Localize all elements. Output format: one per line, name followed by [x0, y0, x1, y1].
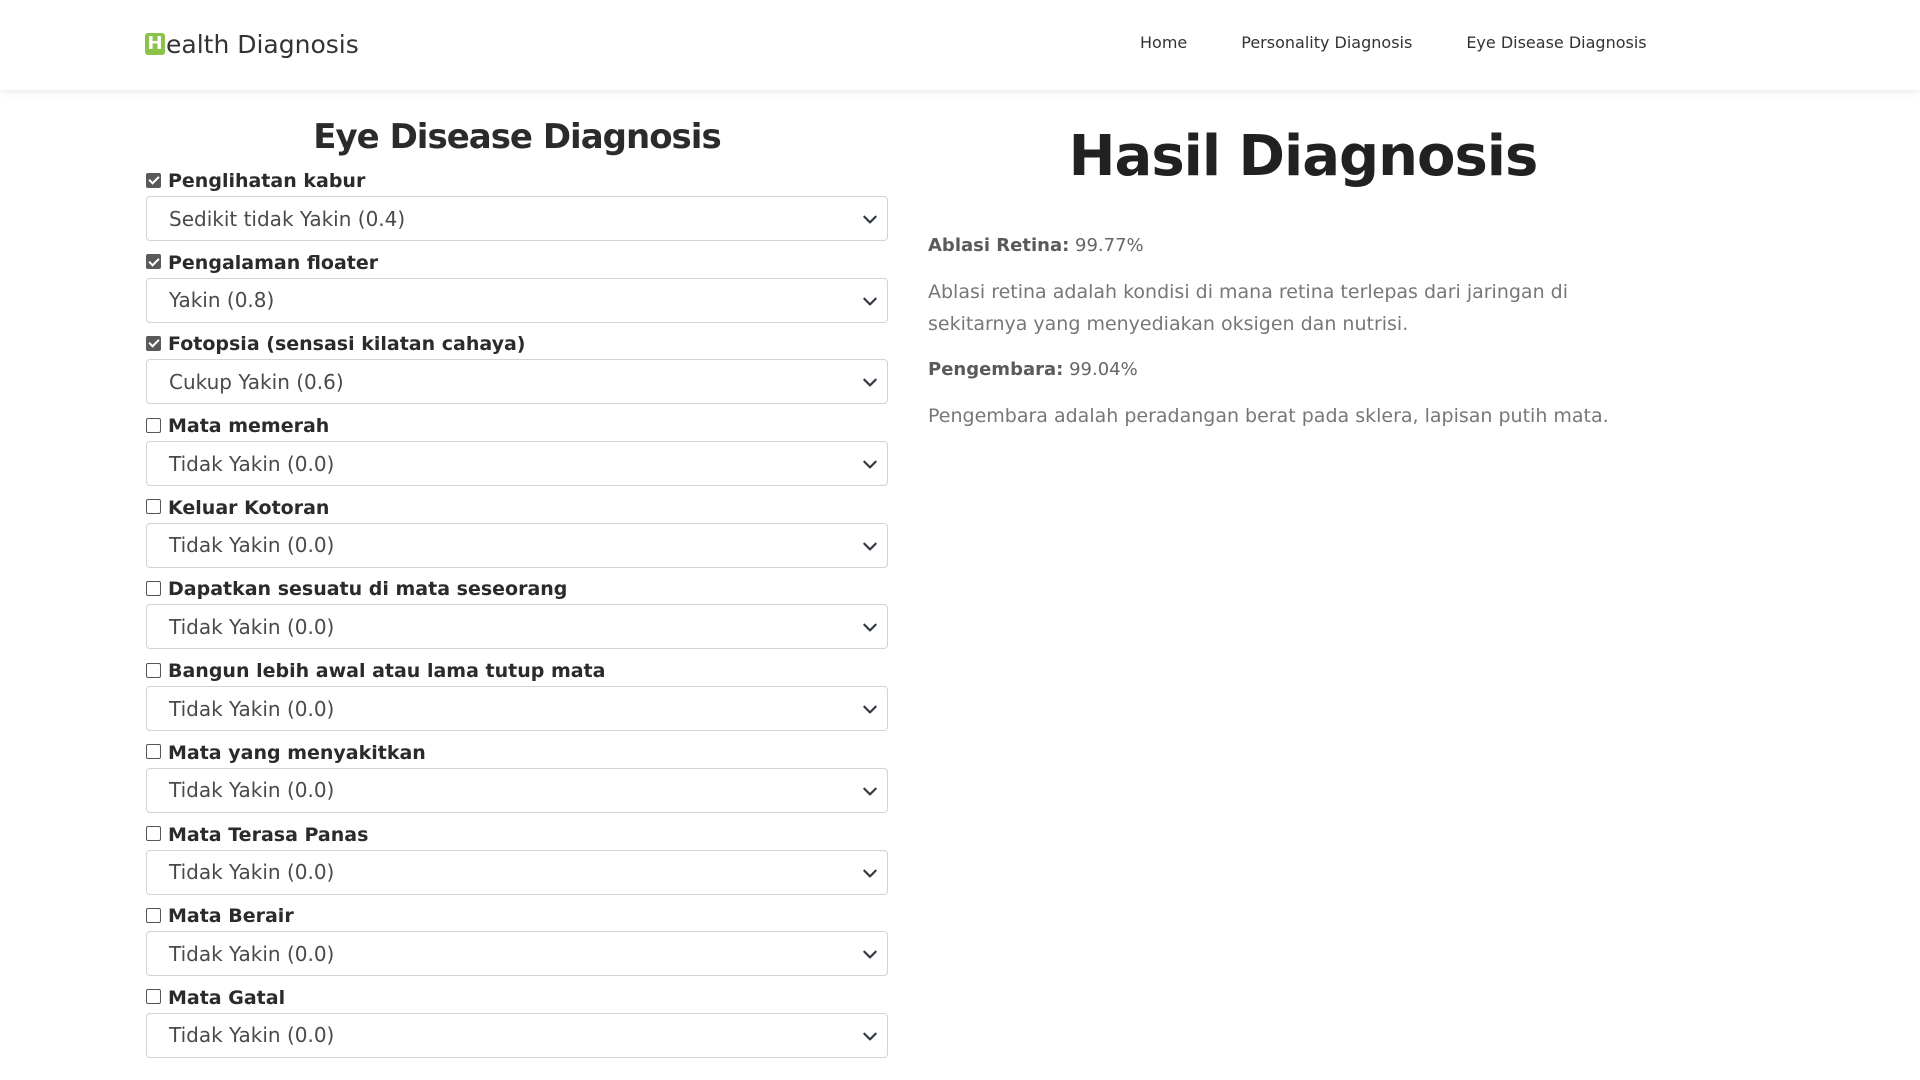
symptom-item: Pengalaman floater Yakin (0.8) — [146, 248, 888, 330]
confidence-select-value: Tidak Yakin (0.0) — [169, 778, 335, 803]
confidence-select[interactable]: Tidak Yakin (0.0) — [146, 1012, 888, 1058]
symptom-checkbox[interactable] — [146, 989, 161, 1005]
symptom-label[interactable]: Mata Terasa Panas — [146, 820, 888, 850]
symptom-checkbox[interactable] — [146, 826, 161, 841]
confidence-select-value: Tidak Yakin (0.0) — [169, 451, 335, 476]
brand-text: ealth Diagnosis — [166, 29, 359, 59]
symptom-item: Mata Gatal Tidak Yakin (0.0) — [146, 983, 888, 1065]
confidence-select[interactable]: Tidak Yakin (0.0) — [146, 686, 888, 732]
result-description: Ablasi retina adalah kondisi di mana ret… — [928, 281, 1568, 335]
chevron-down-icon — [863, 542, 877, 551]
symptom-label[interactable]: Dapatkan sesuatu di mata seseorang — [146, 574, 888, 604]
result-item-pengembara: Pengembara: 99.04% — [928, 354, 1678, 386]
symptom-label-text: Mata Terasa Panas — [168, 823, 369, 846]
symptom-label[interactable]: Penglihatan kabur — [146, 166, 888, 196]
symptom-item: Dapatkan sesuatu di mata seseorang Tidak … — [146, 574, 888, 656]
chevron-down-icon — [863, 869, 877, 877]
confidence-select-value: Sedikit tidak Yakin (0.4) — [169, 206, 406, 231]
chevron-down-icon — [863, 379, 877, 387]
symptom-label-text: Mata yang menyakitkan — [168, 741, 426, 764]
confidence-select[interactable]: Tidak Yakin (0.0) — [146, 849, 888, 895]
symptom-checkbox[interactable] — [146, 744, 161, 760]
symptom-checkbox[interactable] — [146, 907, 161, 923]
form-title: Eye Disease Diagnosis — [313, 117, 721, 157]
symptom-label[interactable]: Pengalaman floater — [146, 248, 888, 278]
confidence-select-value: Cukup Yakin (0.6) — [169, 369, 344, 394]
symptom-checkbox[interactable] — [146, 335, 161, 351]
symptom-label[interactable]: Bangun lebih awal atau lama tutup mata — [146, 656, 888, 686]
symptom-item: Penglihatan kabur Sedikit tidak Yakin (0.… — [146, 166, 888, 248]
result-percent: 99.77% — [1075, 235, 1144, 256]
symptom-label-text: Dapatkan sesuatu di mata seseorang — [168, 578, 568, 601]
symptom-label-text: Penglihatan kabur — [168, 170, 366, 192]
symptom-label[interactable]: Mata Berair — [146, 901, 888, 931]
result-title: Hasil Diagnosis — [1068, 124, 1539, 189]
confidence-select[interactable]: Tidak Yakin (0.0) — [146, 522, 888, 568]
confidence-select[interactable]: Tidak Yakin (0.0) — [146, 604, 888, 650]
symptom-label-text: Fotopsia (sensasi kilatan cahaya) — [168, 333, 526, 356]
symptom-checkbox[interactable] — [146, 662, 161, 678]
symptom-label[interactable]: Mata Gatal — [146, 983, 888, 1013]
chevron-down-icon — [863, 460, 877, 469]
confidence-select-value: Tidak Yakin (0.0) — [169, 941, 335, 966]
symptom-item: Bangun lebih awal atau lama tutup mata Ti… — [146, 656, 888, 738]
symptom-label-text: Mata memerah — [168, 415, 330, 438]
symptom-label[interactable]: Mata memerah — [146, 411, 888, 441]
symptom-label[interactable]: Fotopsia (sensasi kilatan cahaya) — [146, 329, 888, 359]
symptom-item: Mata memerah Tidak Yakin (0.0) — [146, 411, 888, 493]
navbar: Health Diagnosis Home Personality Diagno… — [0, 0, 1920, 90]
symptom-item: Mata Terasa Panas Tidak Yakin (0.0) — [146, 820, 888, 902]
result-panel: Hasil Diagnosis Ablasi Retina: 99.77% Ab… — [928, 108, 1678, 446]
chevron-down-icon — [863, 705, 877, 714]
diagnosis-form: Eye Disease Diagnosis Penglihatan kabur S… — [146, 108, 888, 1065]
confidence-select[interactable]: Tidak Yakin (0.0) — [146, 767, 888, 813]
nav-links: Home Personality Diagnosis Eye Disease D… — [1140, 30, 1701, 56]
confidence-select-value: Tidak Yakin (0.0) — [169, 614, 335, 639]
confidence-select[interactable]: Sedikit tidak Yakin (0.4) — [146, 196, 888, 241]
confidence-select[interactable]: Yakin (0.8) — [146, 277, 888, 323]
confidence-select[interactable]: Tidak Yakin (0.0) — [146, 931, 888, 977]
symptom-label-text: Pengalaman floater — [168, 251, 379, 274]
symptom-checkbox[interactable] — [146, 499, 161, 515]
confidence-select-value: Tidak Yakin (0.0) — [169, 1023, 335, 1048]
confidence-select-value: Yakin (0.8) — [169, 288, 275, 313]
confidence-select-value: Tidak Yakin (0.0) — [169, 533, 335, 558]
chevron-down-icon — [863, 215, 877, 224]
chevron-down-icon — [863, 624, 877, 632]
nav-link-personality-diagnosis[interactable]: Personality Diagnosis — [1241, 30, 1412, 56]
symptom-checkbox[interactable] — [146, 417, 161, 433]
nav-link-home[interactable]: Home — [1140, 30, 1187, 56]
symptom-label-text: Mata Gatal — [168, 986, 286, 1009]
result-percent: 99.04% — [1069, 359, 1138, 380]
brand-logo[interactable]: Health Diagnosis — [145, 28, 359, 60]
symptom-label[interactable]: Mata yang menyakitkan — [146, 738, 888, 768]
chevron-down-icon — [863, 950, 877, 959]
symptom-label[interactable]: Keluar Kotoran — [146, 493, 888, 523]
chevron-down-icon — [863, 297, 877, 306]
confidence-select-value: Tidak Yakin (0.0) — [169, 696, 335, 721]
symptom-list: Penglihatan kabur Sedikit tidak Yakin (0.… — [146, 166, 888, 1065]
symptom-label-text: Keluar Kotoran — [168, 496, 330, 519]
brand-logo-icon: H — [145, 33, 165, 55]
symptom-item: Keluar Kotoran Tidak Yakin (0.0) — [146, 493, 888, 575]
symptom-checkbox[interactable] — [146, 254, 161, 270]
result-disease-name: Pengembara: — [928, 359, 1064, 380]
nav-link-eye-disease-diagnosis[interactable]: Eye Disease Diagnosis — [1466, 30, 1646, 56]
symptom-item: Mata Berair Tidak Yakin (0.0) — [146, 901, 888, 983]
symptom-label-text: Bangun lebih awal atau lama tutup mata — [168, 660, 606, 683]
chevron-down-icon — [863, 787, 877, 796]
confidence-select-value: Tidak Yakin (0.0) — [169, 860, 335, 884]
symptom-label-text: Mata Berair — [168, 905, 294, 928]
result-description: Pengembara adalah peradangan berat pada … — [928, 405, 1609, 427]
symptom-checkbox[interactable] — [146, 580, 161, 596]
result-disease-name: Ablasi Retina: — [928, 235, 1070, 256]
chevron-down-icon — [863, 1032, 877, 1041]
symptom-checkbox[interactable] — [146, 172, 161, 188]
result-item-ablasi-retina: Ablasi Retina: 99.77% — [928, 230, 1678, 262]
confidence-select[interactable]: Tidak Yakin (0.0) — [146, 441, 888, 487]
symptom-item: Fotopsia (sensasi kilatan cahaya) Cukup Y… — [146, 329, 888, 411]
symptom-item: Mata yang menyakitkan Tidak Yakin (0.0) — [146, 738, 888, 820]
confidence-select[interactable]: Cukup Yakin (0.6) — [146, 359, 888, 405]
